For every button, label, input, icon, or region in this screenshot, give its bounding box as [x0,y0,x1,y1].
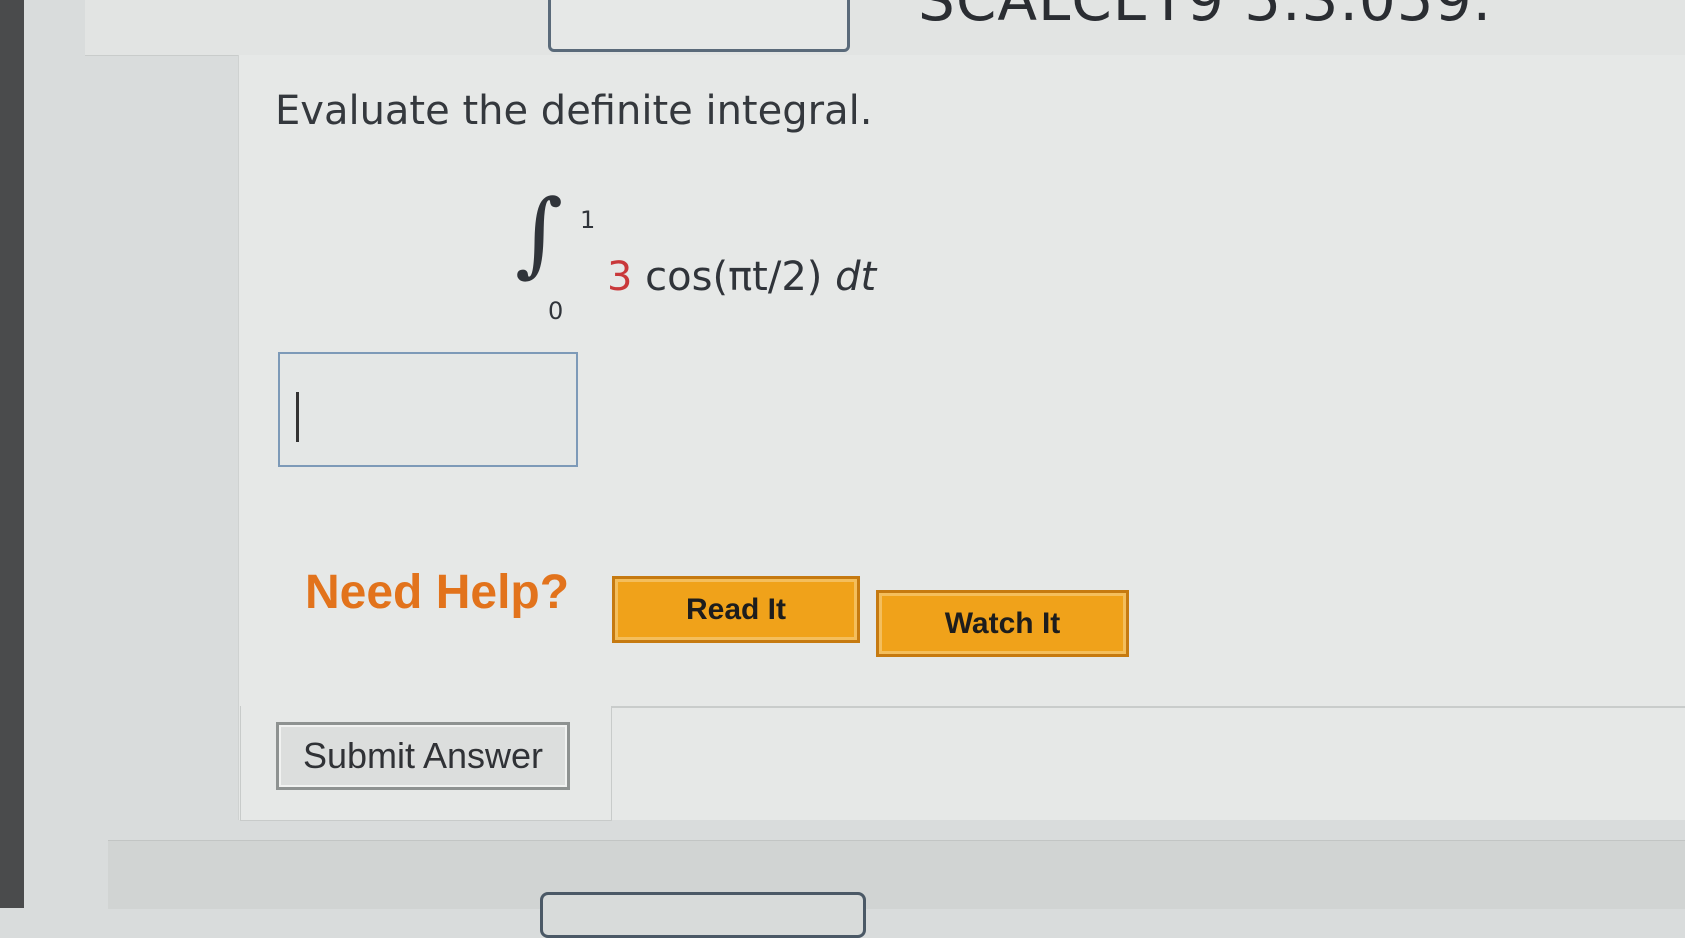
question-prompt: Evaluate the definite integral. [275,88,873,134]
integrand-function: cos(πt/2) [632,254,836,300]
problem-id: SCALCET9 5.3.059. [918,0,1493,34]
next-details-tab[interactable] [540,892,866,938]
integral-lower-limit: 0 [548,297,564,325]
integral-sign: ∫ [515,180,563,287]
answer-input[interactable] [278,352,578,467]
details-tab[interactable] [548,0,850,52]
integral-upper-limit: 1 [580,206,596,234]
integrand: 3 cos(πt/2) dt [607,254,876,300]
submit-answer-button[interactable]: Submit Answer [276,722,570,790]
watch-it-button[interactable]: Watch It [876,590,1129,657]
read-it-button[interactable]: Read It [612,576,860,643]
integrand-coefficient: 3 [607,254,633,300]
divider [612,706,1685,708]
need-help-label: Need Help? [305,566,570,619]
text-caret [296,392,299,442]
next-question-panel [108,840,1685,909]
integrand-differential: dt [835,254,877,300]
screen-bezel [0,0,24,908]
